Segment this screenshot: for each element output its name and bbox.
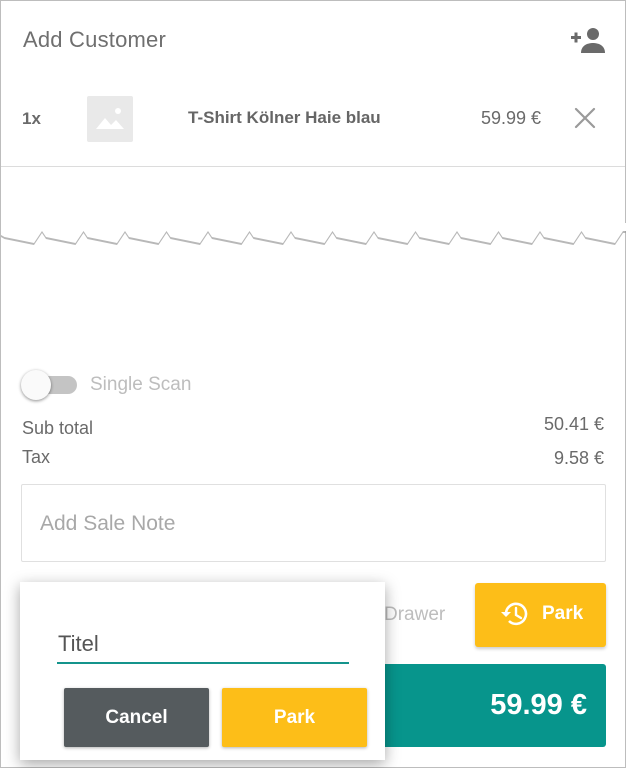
receipt-torn-edge	[1, 223, 626, 245]
park-button-label: Park	[542, 603, 584, 624]
cancel-button[interactable]: Cancel	[64, 688, 209, 747]
close-icon[interactable]	[573, 106, 597, 130]
cart-item-row[interactable]: 1x T-Shirt Kölner Haie blau 59.99 €	[1, 79, 625, 167]
single-scan-label: Single Scan	[90, 374, 192, 395]
single-scan-toggle[interactable]	[21, 370, 79, 400]
drawer-button-label[interactable]: Drawer	[384, 604, 445, 626]
toggle-knob	[21, 370, 51, 400]
image-placeholder-icon	[87, 96, 133, 142]
history-icon	[501, 602, 528, 626]
park-title-input[interactable]	[57, 626, 349, 664]
pay-button[interactable]: 59.99 €	[384, 664, 606, 747]
item-quantity: 1x	[22, 109, 41, 128]
person-add-icon[interactable]	[569, 25, 607, 55]
park-button[interactable]: Park	[475, 583, 606, 647]
item-price: 59.99 €	[481, 108, 542, 128]
pay-amount: 59.99 €	[490, 689, 587, 721]
sale-note-placeholder: Add Sale Note	[40, 512, 176, 535]
add-customer-link[interactable]: Add Customer	[23, 27, 166, 53]
item-name: T-Shirt Kölner Haie blau	[188, 108, 381, 127]
park-dialog: Cancel Park	[20, 582, 385, 760]
sale-note-field[interactable]: Add Sale Note	[21, 484, 606, 562]
cart-header: Add Customer	[1, 1, 625, 79]
confirm-park-button[interactable]: Park	[222, 688, 367, 747]
pos-cart-panel: Add Customer 1x T-Shirt Kölner Haie blau…	[0, 0, 626, 768]
subtotal-value: 50.41 €	[543, 414, 604, 434]
subtotal-label: Sub total	[22, 418, 94, 438]
tax-label: Tax	[22, 447, 51, 467]
tax-value: 9.58 €	[553, 448, 604, 468]
